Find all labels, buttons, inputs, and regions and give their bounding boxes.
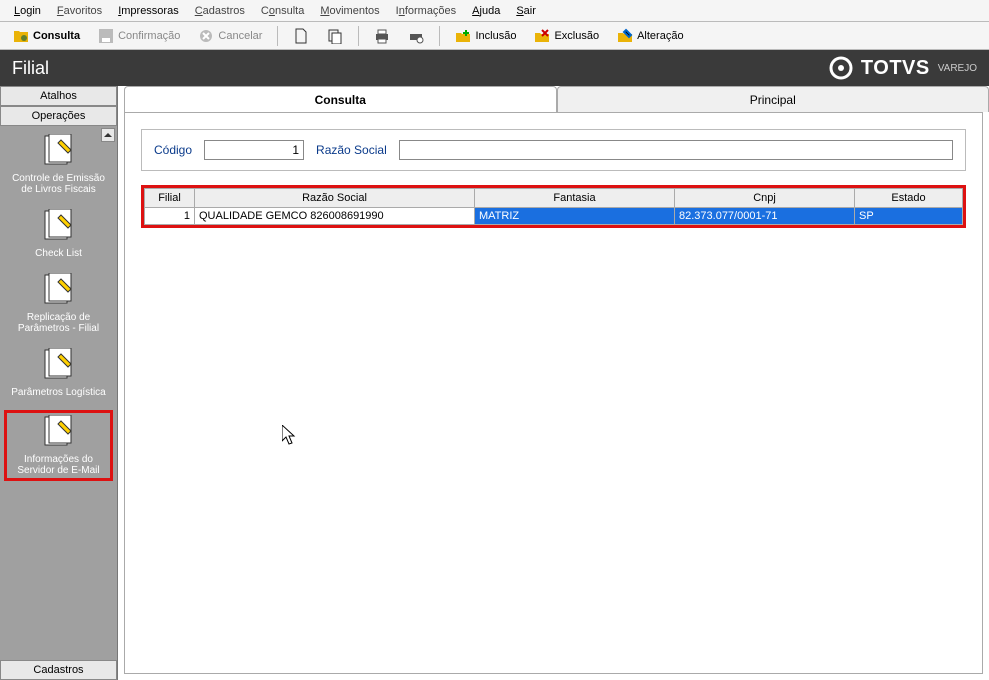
cancel-icon	[198, 28, 214, 44]
brand-sub: VAREJO	[938, 63, 977, 74]
razao-social-input[interactable]	[399, 140, 953, 160]
brand: TOTVS VAREJO	[829, 56, 977, 80]
toolbar-consulta-label: Consulta	[33, 30, 80, 42]
menu-movimentos[interactable]: Movimentos	[312, 3, 387, 19]
sidebar-tab-operacoes[interactable]: Operações	[0, 106, 117, 126]
toolbar-confirmacao: Confirmação	[91, 25, 187, 47]
sidebar-item-logistica[interactable]: Parâmetros Logística	[4, 346, 113, 400]
separator	[439, 26, 440, 46]
results-grid: Filial Razão Social Fantasia Cnpj Estado…	[144, 188, 963, 225]
sidebar: Atalhos Operações Controle de Emissão de…	[0, 86, 118, 680]
brand-name: TOTVS	[861, 57, 930, 80]
toolbar-alteracao[interactable]: Alteração	[610, 25, 690, 47]
save-icon	[98, 28, 114, 44]
filter-box: Código Razão Social	[141, 129, 966, 171]
results-grid-wrap: Filial Razão Social Fantasia Cnpj Estado…	[141, 185, 966, 228]
sidebar-item-label: Check List	[6, 248, 111, 259]
menu-bar: Login Favoritos Impressoras Cadastros Co…	[0, 0, 989, 22]
document-pencil-icon	[41, 348, 77, 380]
menu-consulta[interactable]: Consulta	[253, 3, 312, 19]
sidebar-scroll-up[interactable]	[101, 128, 115, 142]
razao-label: Razão Social	[316, 143, 387, 157]
edit-folder-icon	[617, 28, 633, 44]
cell-razao: QUALIDADE GEMCO 826008691990	[195, 208, 475, 225]
title-bar: Filial TOTVS VAREJO	[0, 50, 989, 86]
toolbar-confirmacao-label: Confirmação	[118, 30, 180, 42]
add-folder-icon	[455, 28, 471, 44]
sidebar-tab-cadastros[interactable]: Cadastros	[0, 660, 117, 680]
col-filial[interactable]: Filial	[145, 189, 195, 208]
toolbar-cancelar: Cancelar	[191, 25, 269, 47]
toolbar-inclusao[interactable]: Inclusão	[448, 25, 523, 47]
sidebar-item-email-server[interactable]: Informações do Servidor de E-Mail	[4, 410, 113, 481]
menu-cadastros[interactable]: Cadastros	[187, 3, 253, 19]
toolbar-inclusao-label: nclusão	[479, 30, 517, 42]
separator	[277, 26, 278, 46]
sidebar-item-replicacao[interactable]: Replicação de Parâmetros - Filial	[4, 271, 113, 336]
toolbar-new-doc[interactable]	[286, 25, 316, 47]
col-cnpj[interactable]: Cnpj	[675, 189, 855, 208]
menu-ajuda[interactable]: Ajuda	[464, 3, 508, 19]
toolbar-print[interactable]	[367, 25, 397, 47]
main-area: Atalhos Operações Controle de Emissão de…	[0, 86, 989, 680]
sidebar-items: Controle de Emissão de Livros Fiscais Ch…	[0, 126, 117, 660]
col-razao[interactable]: Razão Social	[195, 189, 475, 208]
menu-favoritos[interactable]: Favoritos	[49, 3, 110, 19]
separator	[358, 26, 359, 46]
copy-document-icon	[327, 28, 343, 44]
toolbar-exclusao[interactable]: Exclusão	[527, 25, 606, 47]
print-preview-icon	[408, 28, 424, 44]
new-document-icon	[293, 28, 309, 44]
grid-header-row: Filial Razão Social Fantasia Cnpj Estado	[145, 189, 963, 208]
sidebar-item-label: Informações do Servidor de E-Mail	[9, 454, 108, 476]
toolbar-copy-doc[interactable]	[320, 25, 350, 47]
sidebar-item-label: Parâmetros Logística	[6, 387, 111, 398]
toolbar: Consulta Confirmação Cancelar Inclusão E…	[0, 22, 989, 50]
toolbar-consulta[interactable]: Consulta	[6, 25, 87, 47]
toolbar-exclusao-label: xclusão	[562, 30, 599, 42]
printer-icon	[374, 28, 390, 44]
table-row[interactable]: 1 QUALIDADE GEMCO 826008691990 MATRIZ 82…	[145, 208, 963, 225]
sidebar-tab-atalhos[interactable]: Atalhos	[0, 86, 117, 106]
codigo-label: Código	[154, 143, 192, 157]
toolbar-cancelar-label: Cancelar	[218, 30, 262, 42]
totvs-logo-icon	[829, 56, 853, 80]
menu-login[interactable]: Login	[6, 3, 49, 19]
delete-folder-icon	[534, 28, 550, 44]
document-pencil-icon	[41, 134, 77, 166]
sidebar-item-label: Controle de Emissão de Livros Fiscais	[6, 173, 111, 195]
sidebar-item-checklist[interactable]: Check List	[4, 207, 113, 261]
document-pencil-icon	[41, 273, 77, 305]
menu-impressoras[interactable]: Impressoras	[110, 3, 187, 19]
folder-search-icon	[13, 28, 29, 44]
tabs: Consulta Principal	[124, 86, 989, 112]
codigo-input[interactable]	[204, 140, 304, 160]
page-title: Filial	[12, 58, 49, 79]
panel-consulta: Código Razão Social Filial Razão Social …	[124, 112, 983, 674]
sidebar-item-livros-fiscais[interactable]: Controle de Emissão de Livros Fiscais	[4, 132, 113, 197]
menu-informacoes[interactable]: Informações	[388, 3, 465, 19]
document-pencil-icon	[41, 209, 77, 241]
document-pencil-icon	[41, 415, 77, 447]
cell-cnpj: 82.373.077/0001-71	[675, 208, 855, 225]
content-area: Consulta Principal Código Razão Social F…	[118, 86, 989, 680]
tab-consulta[interactable]: Consulta	[124, 86, 557, 112]
tab-principal[interactable]: Principal	[557, 86, 989, 112]
cell-filial: 1	[145, 208, 195, 225]
toolbar-print-preview[interactable]	[401, 25, 431, 47]
toolbar-alteracao-label: lteração	[644, 30, 683, 42]
col-fantasia[interactable]: Fantasia	[475, 189, 675, 208]
chevron-up-icon	[104, 131, 112, 139]
cell-fantasia: MATRIZ	[475, 208, 675, 225]
sidebar-item-label: Replicação de Parâmetros - Filial	[6, 312, 111, 334]
col-estado[interactable]: Estado	[855, 189, 963, 208]
cell-estado: SP	[855, 208, 963, 225]
menu-sair[interactable]: Sair	[508, 3, 544, 19]
